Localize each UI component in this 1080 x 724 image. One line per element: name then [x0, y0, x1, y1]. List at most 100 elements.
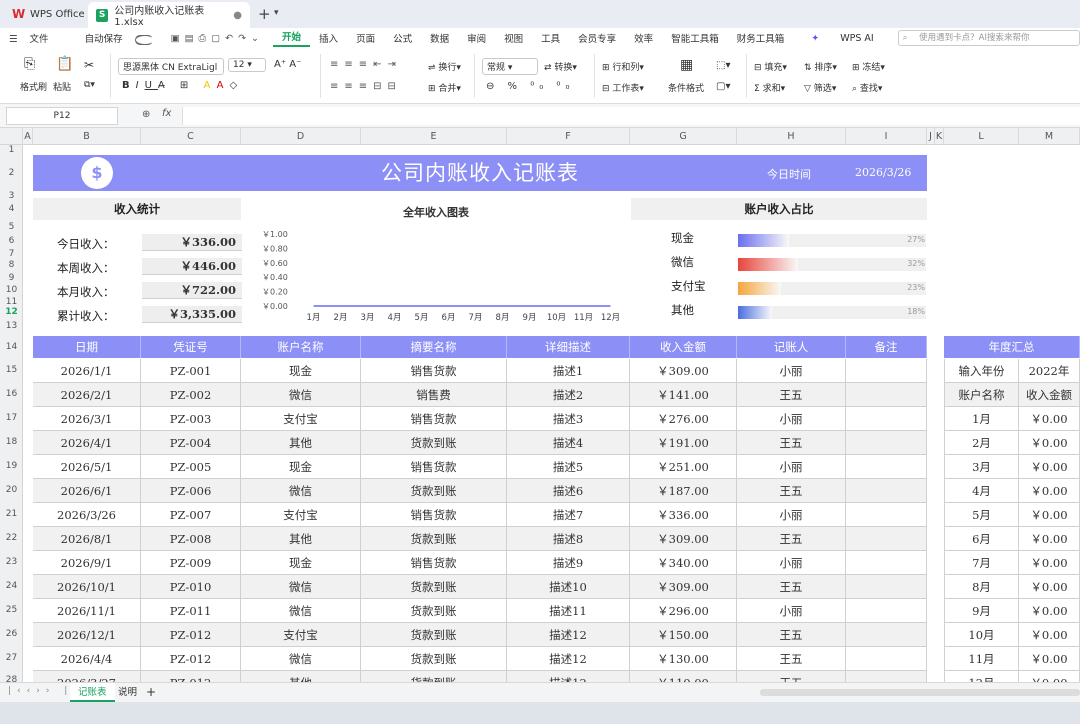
table-cell[interactable]: 现金	[241, 359, 361, 383]
row-header[interactable]: 3	[0, 191, 23, 201]
tab-list-chevron-icon[interactable]: ▾	[274, 8, 279, 18]
stat-value-month[interactable]: ￥722.00	[142, 282, 242, 299]
tab-tools[interactable]: 工具	[532, 31, 569, 45]
table-cell[interactable]: 2026/2/1	[33, 383, 141, 407]
table-cell[interactable]: 其他	[241, 527, 361, 551]
table-cell[interactable]	[846, 551, 927, 575]
table-header-cell[interactable]: 收入金额	[630, 336, 737, 358]
cut-icon[interactable]: ✂	[84, 58, 94, 72]
col-header-e[interactable]: E	[361, 128, 507, 145]
table-cell[interactable]: ￥309.00	[630, 527, 737, 551]
table-cell[interactable]: ￥309.00	[630, 359, 737, 383]
sheet-tab-ledger[interactable]: 记账表	[70, 683, 115, 702]
table-cell[interactable]: ￥141.00	[630, 383, 737, 407]
row-header[interactable]: 23	[0, 557, 23, 567]
worksheet-button[interactable]: ⊟ 工作表▾	[602, 81, 644, 94]
table-cell[interactable]: 销售货款	[361, 407, 507, 431]
table-cell[interactable]: 2026/1/1	[33, 359, 141, 383]
tab-member[interactable]: 会员专享	[569, 31, 625, 45]
annual-month[interactable]: 10月	[944, 623, 1019, 647]
table-cell[interactable]: 描述6	[507, 479, 630, 503]
table-cell[interactable]: ￥251.00	[630, 455, 737, 479]
copy-icon[interactable]: ⧉▾	[84, 80, 95, 90]
row-header[interactable]: 10	[0, 285, 23, 295]
table-cell[interactable]: PZ-007	[141, 503, 241, 527]
table-cell[interactable]: ￥187.00	[630, 479, 737, 503]
table-cell[interactable]: 描述11	[507, 599, 630, 623]
table-cell[interactable]: 描述9	[507, 551, 630, 575]
tab-finance-tools[interactable]: 财务工具箱	[728, 31, 794, 45]
table-cell[interactable]: 王五	[737, 575, 846, 599]
annual-amount[interactable]: ￥0.00	[1019, 647, 1080, 671]
table-cell[interactable]: ￥150.00	[630, 623, 737, 647]
table-cell[interactable]: 货款到账	[361, 527, 507, 551]
filter-button[interactable]: ▽ 筛选▾	[804, 81, 836, 94]
tab-view[interactable]: 视图	[495, 31, 532, 45]
table-cell[interactable]	[846, 503, 927, 527]
annual-month[interactable]: 4月	[944, 479, 1019, 503]
table-cell[interactable]: 描述4	[507, 431, 630, 455]
annual-income-chart[interactable]: 全年收入图表 ￥1.00 ￥0.80 ￥0.60 ￥0.40 ￥0.20 ￥0.00 1月 2…	[242, 198, 630, 328]
close-tab-icon[interactable]: ●	[233, 10, 242, 21]
annual-amount[interactable]: ￥0.00	[1019, 551, 1080, 575]
tab-data[interactable]: 数据	[421, 31, 458, 45]
table-cell[interactable]: 2026/5/1	[33, 455, 141, 479]
table-cell[interactable]: PZ-006	[141, 479, 241, 503]
fill-button[interactable]: ⊟ 填充▾	[754, 60, 787, 73]
convert-button[interactable]: ⇄ 转换▾	[544, 60, 577, 73]
annual-month[interactable]: 6月	[944, 527, 1019, 551]
table-cell[interactable]	[846, 455, 927, 479]
font-size-select[interactable]: 12 ▾	[228, 58, 266, 72]
hamburger-icon[interactable]: ☰ 文件	[0, 31, 67, 45]
table-cell[interactable]: 货款到账	[361, 599, 507, 623]
format-painter-button[interactable]: 格式刷	[20, 80, 47, 93]
tab-review[interactable]: 审阅	[458, 31, 495, 45]
row-header[interactable]: 1	[0, 145, 23, 155]
table-cell[interactable]: 销售货款	[361, 503, 507, 527]
search-input[interactable]: ⌕ 使用遇到卡点？AI搜索来帮你	[897, 30, 1080, 46]
stat-value-total[interactable]: ￥3,335.00	[142, 306, 242, 323]
annual-amount[interactable]: ￥0.00	[1019, 599, 1080, 623]
table-header-cell[interactable]: 详细描述	[507, 336, 630, 358]
table-cell[interactable]	[846, 431, 927, 455]
table-cell[interactable]: 其他	[241, 431, 361, 455]
table-cell[interactable]: 描述5	[507, 455, 630, 479]
table-cell[interactable]: 销售货款	[361, 551, 507, 575]
row-header[interactable]: 6	[0, 236, 23, 246]
table-cell[interactable]: 描述12	[507, 647, 630, 671]
row-header[interactable]: 27	[0, 653, 23, 663]
table-cell[interactable]: PZ-011	[141, 599, 241, 623]
conditional-format-button[interactable]: 条件格式	[668, 81, 704, 94]
table-cell[interactable]: 王五	[737, 623, 846, 647]
table-cell[interactable]: 支付宝	[241, 407, 361, 431]
table-cell[interactable]: 描述12	[507, 671, 630, 682]
annual-month[interactable]: 2月	[944, 431, 1019, 455]
annual-col-header[interactable]: 收入金额	[1019, 383, 1080, 407]
annual-amount[interactable]: ￥0.00	[1019, 575, 1080, 599]
table-cell[interactable]	[846, 383, 927, 407]
row-header[interactable]: 7	[0, 249, 23, 259]
col-header-f[interactable]: F	[507, 128, 630, 145]
table-cell[interactable]: PZ-012	[141, 623, 241, 647]
conditional-format-icon[interactable]: ▦	[680, 57, 693, 73]
annual-col-header[interactable]: 账户名称	[944, 383, 1019, 407]
table-cell[interactable]: 小丽	[737, 455, 846, 479]
table-cell[interactable]: ￥276.00	[630, 407, 737, 431]
table-cell[interactable]: PZ-001	[141, 359, 241, 383]
zoom-icon[interactable]: ⊕	[142, 109, 150, 120]
sort-button[interactable]: ⇅ 排序▾	[804, 60, 837, 73]
table-cell[interactable]: ￥336.00	[630, 503, 737, 527]
annual-month[interactable]: 1月	[944, 407, 1019, 431]
input-year-value[interactable]: 2022年	[1019, 359, 1080, 383]
row-header[interactable]: 22	[0, 533, 23, 543]
table-cell[interactable]: 2026/9/1	[33, 551, 141, 575]
table-cell[interactable]: 描述3	[507, 407, 630, 431]
row-header[interactable]: 17	[0, 413, 23, 423]
table-cell[interactable]: 微信	[241, 647, 361, 671]
row-header[interactable]: 8	[0, 260, 23, 270]
table-cell[interactable]: ￥296.00	[630, 599, 737, 623]
table-cell[interactable]: 小丽	[737, 407, 846, 431]
table-cell[interactable]: 货款到账	[361, 623, 507, 647]
row-header[interactable]: 16	[0, 389, 23, 399]
wps-home-tab[interactable]: W WPS Office	[6, 4, 91, 24]
